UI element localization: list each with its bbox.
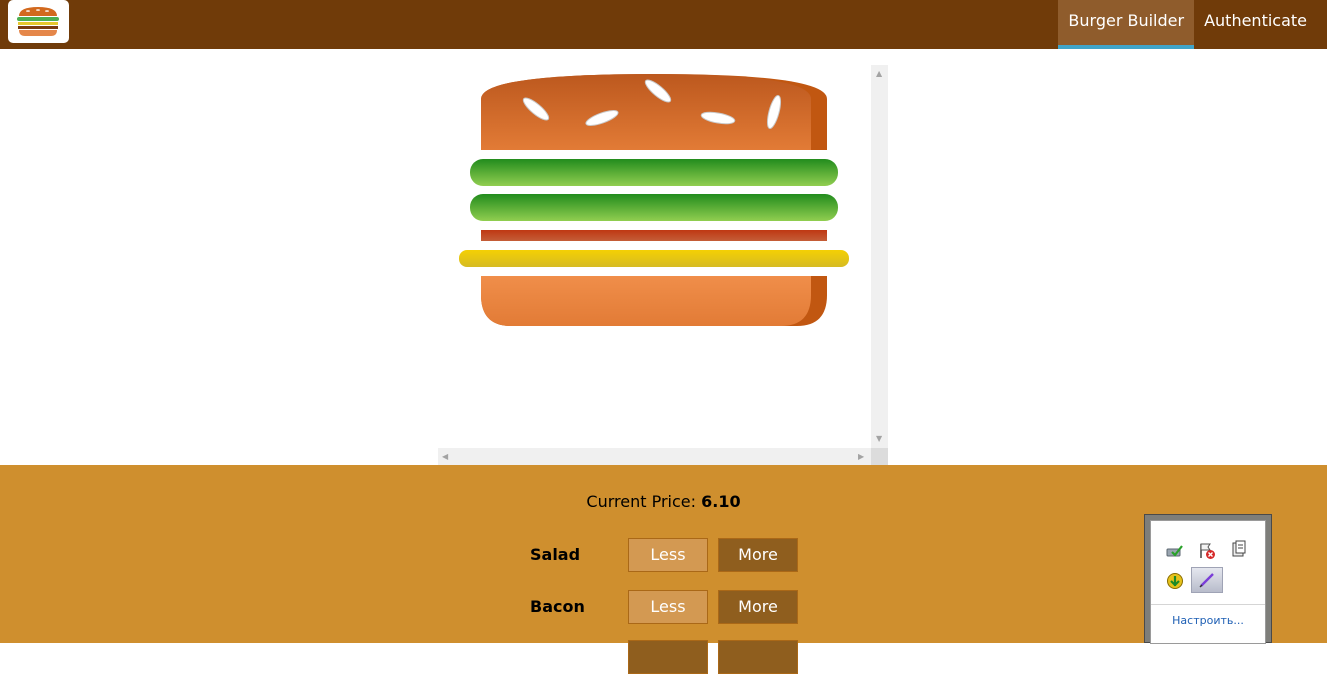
burger-logo-icon — [17, 7, 59, 36]
pen-icon[interactable] — [1191, 567, 1223, 593]
system-tray-popup: Настроить... — [1144, 514, 1272, 644]
control-label: Bacon — [530, 597, 585, 616]
scroll-left-icon[interactable]: ◀ — [442, 453, 448, 461]
bread-bottom — [481, 276, 827, 326]
price-value: 6.10 — [701, 492, 741, 511]
more-button[interactable]: More — [718, 538, 798, 572]
clipboard-icon[interactable] — [1229, 539, 1249, 559]
build-control-salad: Salad Less More — [530, 538, 820, 572]
cheese-layer — [459, 250, 849, 267]
control-label: Salad — [530, 545, 581, 564]
nav-authenticate[interactable]: Authenticate — [1194, 0, 1317, 49]
update-arrow-icon[interactable] — [1165, 571, 1185, 591]
less-button[interactable]: Less — [628, 590, 708, 624]
more-button[interactable]: More — [718, 590, 798, 624]
more-button-partial[interactable] — [718, 640, 798, 674]
scrollbar-corner — [871, 448, 888, 465]
price-label: Current Price: — [586, 492, 697, 511]
horizontal-scrollbar[interactable]: ◀ ▶ — [438, 448, 871, 465]
scroll-up-icon[interactable]: ▲ — [876, 70, 882, 78]
salad-layer — [470, 159, 838, 186]
flag-error-icon[interactable] — [1197, 541, 1217, 561]
vertical-scrollbar[interactable]: ▲ ▼ — [871, 65, 888, 448]
toolbar: Burger Builder Authenticate — [0, 0, 1327, 49]
salad-layer — [470, 194, 838, 221]
scroll-right-icon[interactable]: ▶ — [858, 453, 864, 461]
build-control-next — [530, 640, 820, 674]
current-price: Current Price: 6.10 — [0, 492, 1327, 511]
less-button-partial[interactable] — [628, 640, 708, 674]
burger-illustration — [459, 74, 849, 326]
scroll-down-icon[interactable]: ▼ — [876, 435, 882, 443]
bacon-layer — [481, 230, 827, 241]
main-nav: Burger Builder Authenticate — [1058, 0, 1317, 49]
nav-burger-builder[interactable]: Burger Builder — [1058, 0, 1195, 49]
less-button[interactable]: Less — [628, 538, 708, 572]
tray-separator — [1151, 604, 1265, 605]
customize-link[interactable]: Настроить... — [1151, 614, 1265, 627]
tray-panel: Настроить... — [1150, 520, 1266, 644]
logo[interactable] — [8, 0, 69, 43]
network-check-icon[interactable] — [1165, 541, 1185, 561]
build-control-bacon: Bacon Less More — [530, 590, 820, 624]
build-controls: Current Price: 6.10 Salad Less More Baco… — [0, 465, 1327, 674]
bread-top — [481, 74, 827, 150]
burger-preview[interactable]: ▲ ▼ ◀ ▶ — [438, 65, 888, 465]
